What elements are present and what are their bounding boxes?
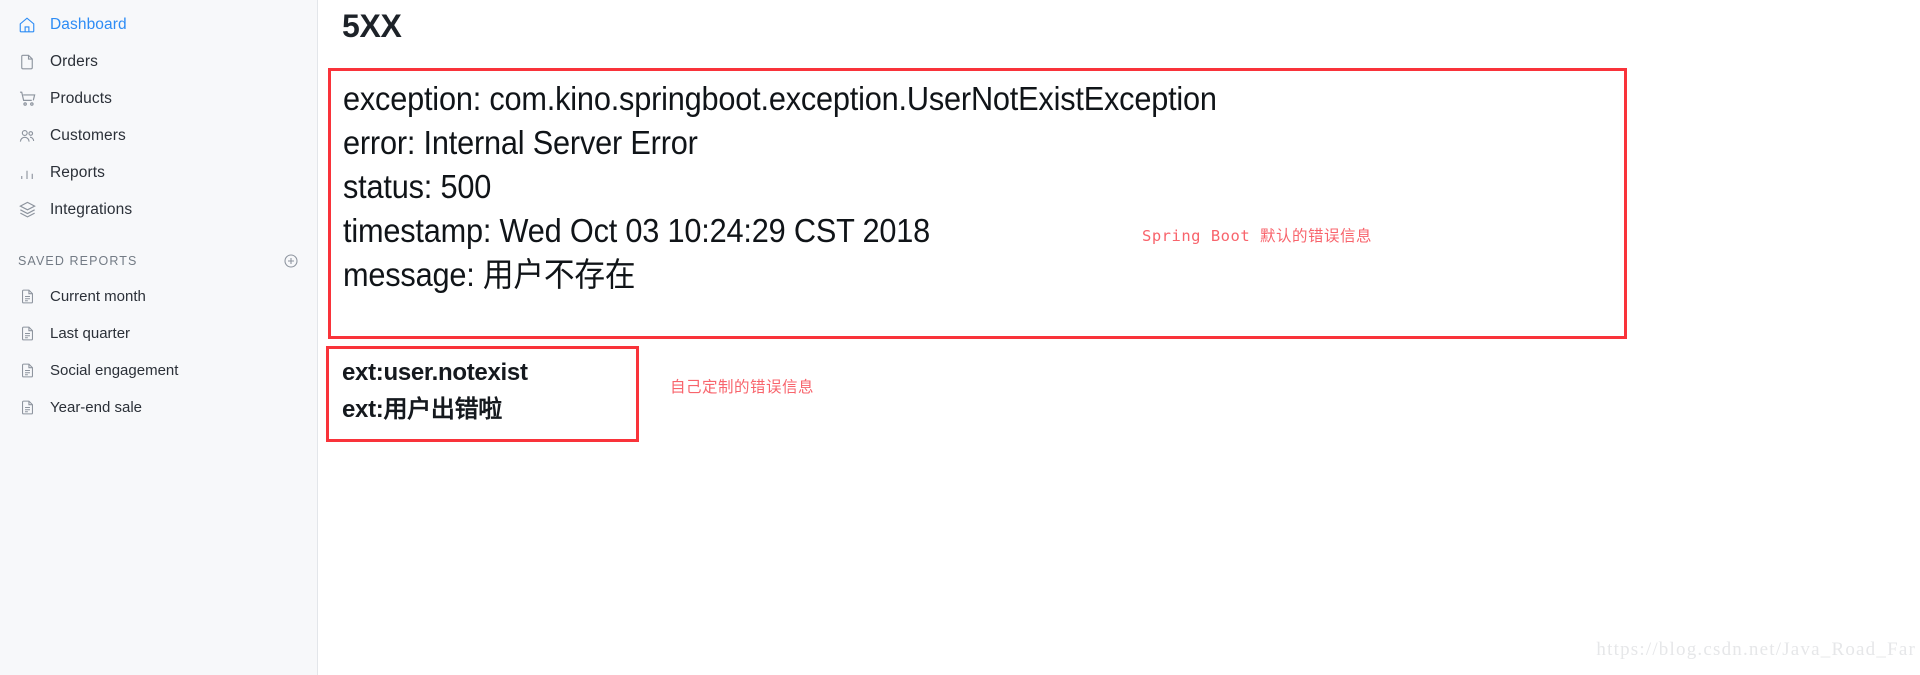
saved-reports-section-header: SAVED REPORTS: [0, 244, 317, 278]
home-icon: [16, 14, 38, 36]
sidebar-report-current-month[interactable]: Current month: [0, 278, 317, 315]
error-line-error: error: Internal Server Error: [343, 124, 698, 161]
sidebar: Dashboard Orders Products Customers Repo…: [0, 0, 318, 675]
bar-chart-icon: [16, 162, 38, 184]
cart-icon: [16, 88, 38, 110]
sidebar-item-label: Products: [50, 89, 112, 107]
annotation-custom-error: 自己定制的错误信息: [670, 378, 815, 396]
sidebar-report-last-quarter[interactable]: Last quarter: [0, 315, 317, 352]
layers-icon: [16, 199, 38, 221]
sidebar-report-label: Year-end sale: [50, 399, 143, 416]
default-error-response-box: exception: com.kino.springboot.exception…: [328, 68, 1627, 339]
sidebar-item-reports[interactable]: Reports: [0, 154, 317, 191]
sidebar-item-dashboard[interactable]: Dashboard: [0, 6, 317, 43]
plus-circle-icon[interactable]: [283, 253, 299, 269]
error-line-exception: exception: com.kino.springboot.exception…: [343, 80, 1217, 117]
page-title: 5XX: [342, 8, 402, 44]
sidebar-report-label: Current month: [50, 288, 146, 305]
report-file-icon: [16, 360, 38, 382]
sidebar-item-label: Customers: [50, 126, 126, 144]
sidebar-report-social-engagement[interactable]: Social engagement: [0, 352, 317, 389]
sidebar-item-label: Integrations: [50, 200, 133, 218]
sidebar-item-integrations[interactable]: Integrations: [0, 191, 317, 228]
sidebar-item-label: Reports: [50, 163, 105, 181]
sidebar-item-label: Orders: [50, 52, 98, 70]
custom-error-line-code: ext:user.notexist: [342, 359, 528, 386]
sidebar-report-year-end-sale[interactable]: Year-end sale: [0, 389, 317, 426]
sidebar-item-label: Dashboard: [50, 15, 127, 33]
watermark: https://blog.csdn.net/Java_Road_Far: [1596, 639, 1916, 660]
users-icon: [16, 125, 38, 147]
error-line-message: message: 用户不存在: [343, 256, 636, 293]
custom-error-line-message: ext:用户出错啦: [342, 396, 502, 423]
sidebar-report-label: Last quarter: [50, 325, 131, 342]
error-line-status: status: 500: [343, 168, 492, 205]
sidebar-item-products[interactable]: Products: [0, 80, 317, 117]
document-icon: [16, 51, 38, 73]
report-file-icon: [16, 397, 38, 419]
saved-reports-title: SAVED REPORTS: [18, 254, 138, 268]
annotation-default-error: Spring Boot 默认的错误信息: [1142, 227, 1372, 245]
main-content: 5XX exception: com.kino.springboot.excep…: [318, 0, 1920, 675]
report-file-icon: [16, 323, 38, 345]
sidebar-item-customers[interactable]: Customers: [0, 117, 317, 154]
sidebar-item-orders[interactable]: Orders: [0, 43, 317, 80]
sidebar-report-label: Social engagement: [50, 362, 179, 379]
report-file-icon: [16, 286, 38, 308]
custom-error-response-box: ext:user.notexist ext:用户出错啦: [326, 346, 639, 442]
